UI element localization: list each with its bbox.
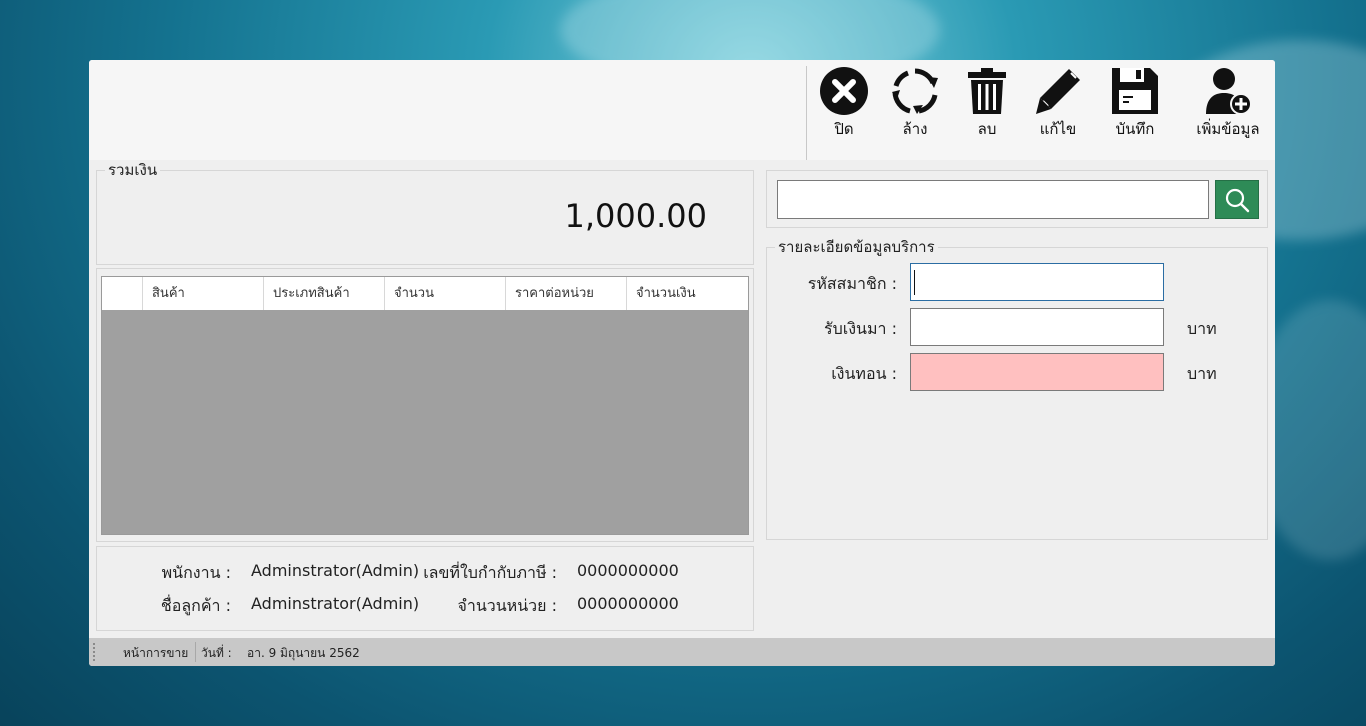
search-input[interactable] [777, 180, 1209, 219]
status-bar: หน้าการขาย วันที่ : อา. 9 มิถุนายน 2562 [89, 638, 1275, 666]
grid-col-category[interactable]: ประเภทสินค้า [264, 277, 385, 310]
sales-window: ปิด ล้าง ลบ แก้ไข บันทึก เพิ่มข้อมูล รวม… [89, 60, 1275, 666]
status-divider [195, 642, 196, 662]
close-button[interactable]: ปิด [806, 66, 882, 146]
received-unit: บาท [1187, 319, 1217, 338]
received-label: รับเงินมา : [824, 319, 897, 338]
tax-id-label: เลขที่ใบกำกับภาษี : [423, 563, 557, 582]
grid-col-amount[interactable]: จำนวนเงิน [627, 277, 748, 310]
service-group: รายละเอียดข้อมูลบริการ รหัสสมาชิก : รับเ… [766, 238, 1268, 540]
close-label: ปิด [834, 120, 854, 138]
floppy-disk-icon [1112, 68, 1158, 114]
total-amount: 1,000.00 [564, 197, 708, 235]
add-data-button[interactable]: เพิ่มข้อมูล [1185, 66, 1271, 146]
search-icon [1225, 188, 1250, 212]
close-icon [820, 67, 868, 115]
trash-icon [968, 68, 1006, 114]
grid-header: สินค้า ประเภทสินค้า จำนวน ราคาต่อหน่วย จ… [102, 277, 748, 310]
edit-button[interactable]: แก้ไข [1020, 66, 1096, 146]
member-id-label: รหัสสมาชิก : [807, 274, 897, 293]
status-date-label: วันที่ : [201, 646, 232, 660]
status-page-name: หน้าการขาย [123, 646, 189, 660]
tax-id-value: 0000000000 [577, 561, 679, 580]
customer-label: ชื่อลูกค้า : [160, 596, 231, 615]
info-group: พนักงาน : Adminstrator(Admin) เลขที่ใบกำ… [96, 546, 754, 631]
refresh-icon [892, 68, 938, 114]
delete-label: ลบ [977, 120, 997, 138]
refresh-label: ล้าง [902, 120, 928, 138]
total-legend: รวมเงิน [105, 161, 161, 179]
add-user-icon [1206, 68, 1252, 115]
items-grid[interactable]: สินค้า ประเภทสินค้า จำนวน ราคาต่อหน่วย จ… [101, 276, 749, 535]
total-group: รวมเงิน 1,000.00 [96, 161, 754, 265]
member-id-field[interactable] [910, 263, 1164, 301]
change-unit: บาท [1187, 364, 1217, 383]
status-grip [93, 643, 95, 661]
units-label: จำนวนหน่วย : [457, 596, 557, 615]
delete-button[interactable]: ลบ [949, 66, 1025, 146]
grid-row-header [102, 277, 143, 310]
refresh-button[interactable]: ล้าง [877, 66, 953, 146]
grid-col-quantity[interactable]: จำนวน [385, 277, 506, 310]
service-legend: รายละเอียดข้อมูลบริการ [775, 238, 938, 256]
search-group [766, 170, 1268, 228]
add-data-label: เพิ่มข้อมูล [1196, 120, 1260, 138]
save-label: บันทึก [1115, 120, 1155, 138]
text-caret [914, 270, 915, 295]
units-value: 0000000000 [577, 594, 679, 613]
change-amount-field[interactable] [910, 353, 1164, 391]
change-label: เงินทอน : [831, 364, 897, 383]
grid-col-unit-price[interactable]: ราคาต่อหน่วย [506, 277, 627, 310]
pencil-icon [1036, 69, 1080, 114]
edit-label: แก้ไข [1039, 120, 1077, 138]
employee-label: พนักงาน : [161, 563, 231, 582]
grid-col-product[interactable]: สินค้า [143, 277, 264, 310]
status-date-value: อา. 9 มิถุนายน 2562 [247, 646, 360, 660]
employee-value: Adminstrator(Admin) [251, 561, 420, 580]
customer-value: Adminstrator(Admin) [251, 594, 420, 613]
received-amount-field[interactable] [910, 308, 1164, 346]
search-button[interactable] [1215, 180, 1259, 219]
toolbar: ปิด ล้าง ลบ แก้ไข บันทึก เพิ่มข้อมูล [89, 60, 1275, 160]
save-button[interactable]: บันทึก [1097, 66, 1173, 146]
